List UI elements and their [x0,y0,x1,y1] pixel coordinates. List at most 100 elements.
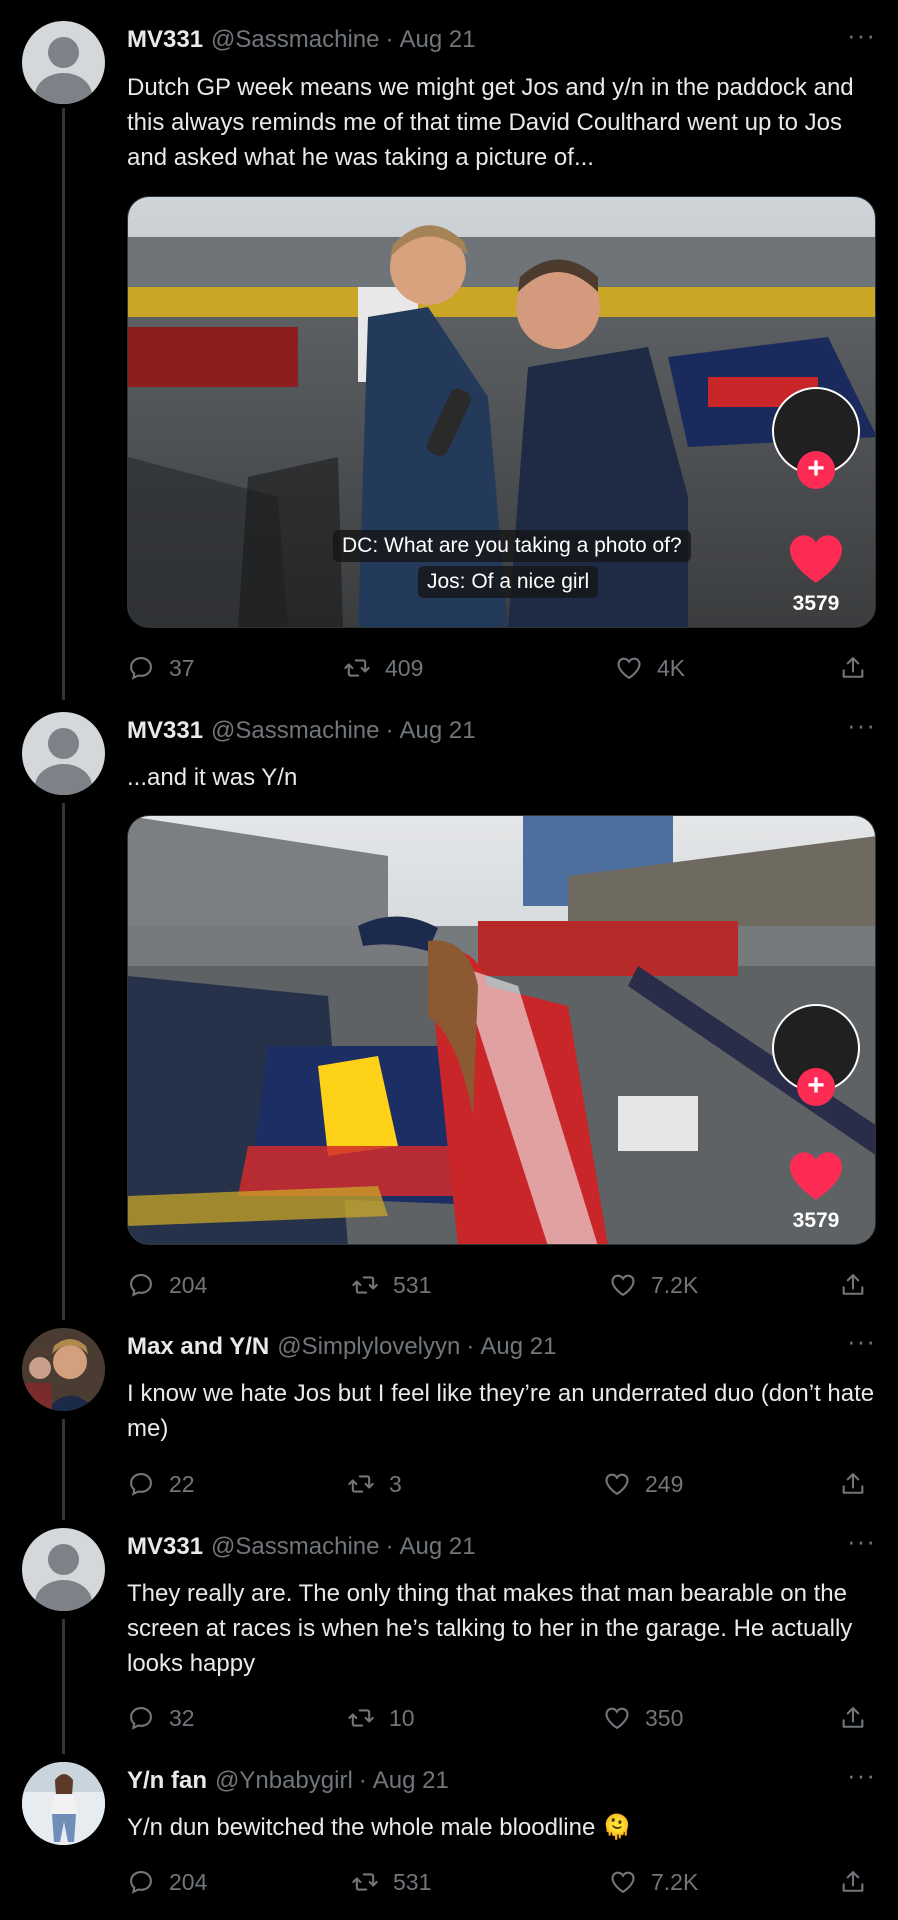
tweet-header: Max and Y/N @Simplylovelyyn · Aug 21 [127,1333,556,1365]
timestamp[interactable]: Aug 21 [399,1533,475,1561]
share-icon [839,1704,867,1732]
retweet-button[interactable]: 3 [347,1470,402,1498]
timestamp[interactable]: Aug 21 [399,717,475,745]
video-thumbnail[interactable]: + 3579 [127,815,876,1245]
tweet-header: MV331 @Sassmachine · Aug 21 [127,717,476,749]
timestamp[interactable]: Aug 21 [399,26,475,54]
display-name[interactable]: Max and Y/N [127,1333,269,1361]
video-frame [128,816,875,1244]
like-count: 249 [645,1470,684,1497]
more-options-icon[interactable]: ··· [847,710,876,741]
share-icon [839,1868,867,1896]
heart-icon [615,654,643,682]
reply-count: 32 [169,1704,195,1731]
share-button[interactable] [839,654,867,682]
reply-button[interactable]: 204 [127,1868,207,1896]
timestamp[interactable]: Aug 21 [373,1767,449,1795]
share-button[interactable] [839,1470,867,1498]
share-button[interactable] [839,1704,867,1732]
action-bar: 32 10 350 [127,1700,879,1736]
like-button[interactable]: 249 [603,1470,683,1498]
reply-button[interactable]: 37 [127,654,195,682]
tiktok-like-count: 3579 [792,1209,840,1232]
separator: · [385,1533,394,1560]
username[interactable]: @Sassmachine [211,717,379,745]
tiktok-like-icon[interactable] [787,1150,845,1202]
video-caption-line2: Jos: Of a nice girl [418,566,599,598]
heart-icon [609,1868,637,1896]
video-caption-line1: DC: What are you taking a photo of? [333,530,691,562]
tweet[interactable]: Y/n fan @Ynbabygirl · Aug 21 ··· Y/n dun… [0,1754,898,1920]
thread-line [62,108,65,700]
action-bar: 22 3 249 [127,1466,879,1502]
more-options-icon[interactable]: ··· [847,20,876,51]
like-count: 4K [657,654,686,681]
share-icon [839,1271,867,1299]
separator: · [385,717,394,744]
display-name[interactable]: MV331 [127,1533,203,1561]
username[interactable]: @Simplylovelyyn [277,1333,460,1361]
action-bar: 204 531 7.2K [127,1267,879,1303]
avatar[interactable] [22,1328,105,1411]
reply-button[interactable]: 22 [127,1470,195,1498]
display-name[interactable]: Y/n fan [127,1767,207,1795]
retweet-icon [351,1271,379,1299]
action-bar: 37 409 4K [127,650,879,686]
tweet-text: They really are. The only thing that mak… [127,1580,853,1677]
tweet-text: Dutch GP week means we might get Jos and… [127,74,854,171]
video-thumbnail[interactable]: DC: What are you taking a photo of? Jos:… [127,196,876,628]
like-button[interactable]: 350 [603,1704,683,1732]
avatar[interactable] [22,1528,105,1611]
username[interactable]: @Sassmachine [211,26,379,54]
separator: · [358,1767,367,1794]
display-name[interactable]: MV331 [127,26,203,54]
retweet-button[interactable]: 409 [343,654,423,682]
more-options-icon[interactable]: ··· [847,1326,876,1357]
reply-count: 204 [169,1868,208,1895]
avatar[interactable] [22,1762,105,1845]
retweet-count: 3 [389,1470,402,1497]
heart-icon [603,1704,631,1732]
like-button[interactable]: 7.2K [609,1868,698,1896]
reply-icon [127,654,155,682]
reply-button[interactable]: 32 [127,1704,195,1732]
tiktok-like-icon[interactable] [787,533,845,585]
retweet-count: 409 [385,654,424,681]
reply-icon [127,1704,155,1732]
video-frame [128,197,875,627]
retweet-count: 531 [393,1868,432,1895]
avatar[interactable] [22,712,105,795]
retweet-count: 531 [393,1271,432,1298]
like-count: 7.2K [651,1868,699,1895]
retweet-icon [351,1868,379,1896]
tweet[interactable]: MV331 @Sassmachine · Aug 21 ··· Dutch GP… [0,0,898,700]
avatar-photo [22,1328,105,1411]
more-options-icon[interactable]: ··· [847,1526,876,1557]
separator: · [466,1333,475,1360]
reply-count: 37 [169,654,195,681]
like-button[interactable]: 4K [615,654,685,682]
retweet-button[interactable]: 10 [347,1704,415,1732]
like-button[interactable]: 7.2K [609,1271,698,1299]
username[interactable]: @Sassmachine [211,1533,379,1561]
timestamp[interactable]: Aug 21 [480,1333,556,1361]
thread-line [62,803,65,1320]
retweet-button[interactable]: 531 [351,1868,431,1896]
more-options-icon[interactable]: ··· [847,1760,876,1791]
retweet-count: 10 [389,1704,415,1731]
share-button[interactable] [839,1868,867,1896]
retweet-button[interactable]: 531 [351,1271,431,1299]
avatar[interactable] [22,21,105,104]
retweet-icon [343,654,371,682]
follow-plus-icon[interactable]: + [797,1068,835,1106]
username[interactable]: @Ynbabygirl [215,1767,353,1795]
display-name[interactable]: MV331 [127,717,203,745]
share-button[interactable] [839,1271,867,1299]
tweet[interactable]: Max and Y/N @Simplylovelyyn · Aug 21 ···… [0,1320,898,1520]
follow-plus-icon[interactable]: + [797,451,835,489]
reply-button[interactable]: 204 [127,1271,207,1299]
tweet[interactable]: MV331 @Sassmachine · Aug 21 ··· ...and i… [0,700,898,1320]
reply-count: 22 [169,1470,195,1497]
thread-line [62,1419,65,1520]
tweet[interactable]: MV331 @Sassmachine · Aug 21 ··· They rea… [0,1520,898,1754]
